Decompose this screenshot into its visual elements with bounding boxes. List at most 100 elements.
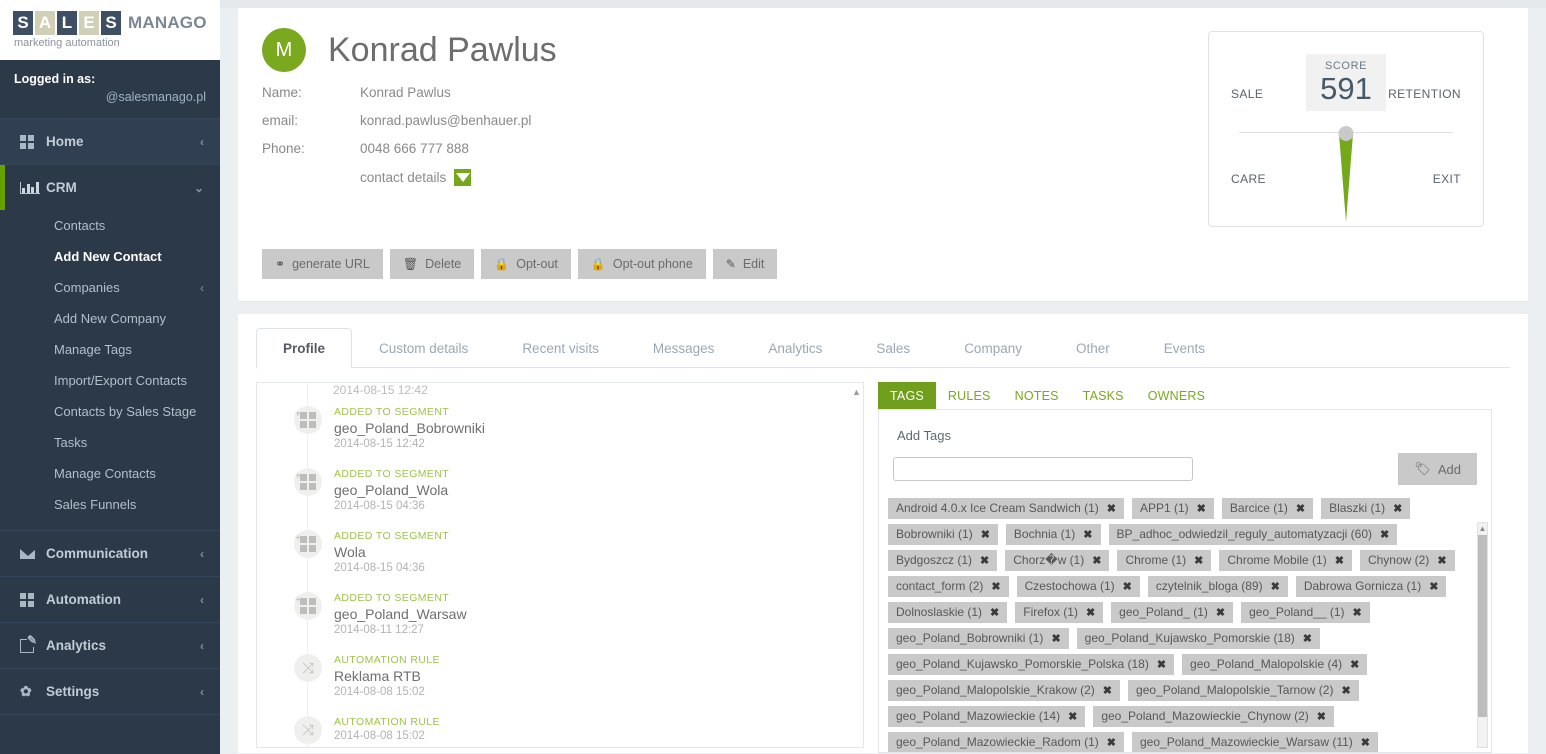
- sidebar-item-automation[interactable]: Automation ‹: [0, 577, 220, 622]
- tag-chip[interactable]: geo_Poland_Malopolskie_Tarnow (2) ✖: [1128, 680, 1359, 701]
- timeline-item[interactable]: ⤨ AUTOMATION RULE Reklama RTB 2014-08-08…: [257, 645, 863, 707]
- remove-tag-icon[interactable]: ✖: [1107, 502, 1116, 515]
- tag-chip[interactable]: BP_adhoc_odwiedzil_reguly_automatyzacji …: [1108, 524, 1398, 545]
- remove-tag-icon[interactable]: ✖: [1051, 632, 1060, 645]
- tab-messages[interactable]: Messages: [626, 328, 742, 368]
- remove-tag-icon[interactable]: ✖: [1157, 658, 1166, 671]
- tab-notes[interactable]: NOTES: [1003, 382, 1071, 409]
- sidebar-item-companies[interactable]: Companies ‹: [0, 272, 220, 303]
- sidebar-item-contacts[interactable]: Contacts: [0, 210, 220, 241]
- tab-tags[interactable]: TAGS: [878, 382, 936, 409]
- tag-chip[interactable]: geo_Poland_ (1) ✖: [1111, 602, 1234, 623]
- remove-tag-icon[interactable]: ✖: [1197, 502, 1206, 515]
- remove-tag-icon[interactable]: ✖: [1353, 606, 1362, 619]
- remove-tag-icon[interactable]: ✖: [990, 606, 999, 619]
- tag-chip[interactable]: Chorz�w (1) ✖: [1005, 550, 1110, 571]
- tag-chip[interactable]: geo_Poland_Kujawsko_Pomorskie (18) ✖: [1076, 628, 1320, 649]
- tab-sales[interactable]: Sales: [849, 328, 937, 368]
- tag-chip[interactable]: czytelnik_bloga (89) ✖: [1147, 576, 1288, 597]
- tag-chip[interactable]: Android 4.0.x Ice Cream Sandwich (1) ✖: [888, 498, 1124, 519]
- remove-tag-icon[interactable]: ✖: [1086, 606, 1095, 619]
- sidebar-item-settings[interactable]: ✿ Settings ‹: [0, 669, 220, 714]
- remove-tag-icon[interactable]: ✖: [1123, 580, 1132, 593]
- contact-details-toggle[interactable]: contact details: [262, 169, 1208, 186]
- remove-tag-icon[interactable]: ✖: [1303, 632, 1312, 645]
- remove-tag-icon[interactable]: ✖: [981, 528, 990, 541]
- sidebar-item-import-export-contacts[interactable]: Import/Export Contacts: [0, 365, 220, 396]
- timeline-item[interactable]: + ADDED TO SEGMENT geo_Poland_Warsaw 201…: [257, 583, 863, 645]
- sidebar-item-add-new-company[interactable]: Add New Company: [0, 303, 220, 334]
- remove-tag-icon[interactable]: ✖: [1103, 684, 1112, 697]
- remove-tag-icon[interactable]: ✖: [1216, 606, 1225, 619]
- scrollbar-thumb[interactable]: [1478, 535, 1487, 717]
- tab-owners[interactable]: OWNERS: [1136, 382, 1217, 409]
- tag-chip[interactable]: Chynow (2) ✖: [1359, 550, 1455, 571]
- tag-chip[interactable]: geo_Poland_Bobrowniki (1) ✖: [888, 628, 1069, 649]
- scroll-up-arrow-icon[interactable]: ▲: [1478, 523, 1487, 534]
- delete-button[interactable]: 🗑 Delete: [389, 249, 475, 279]
- tag-chip[interactable]: Bobrowniki (1) ✖: [888, 524, 998, 545]
- generate-url-button[interactable]: ⚭ generate URL: [262, 249, 383, 279]
- tag-chip[interactable]: geo_Poland_Malopolskie (4) ✖: [1182, 654, 1368, 675]
- tab-recent-visits[interactable]: Recent visits: [495, 328, 626, 368]
- sidebar-item-add-new-contact[interactable]: Add New Contact: [0, 241, 220, 272]
- tag-chip[interactable]: Blaszki (1) ✖: [1321, 498, 1411, 519]
- remove-tag-icon[interactable]: ✖: [991, 580, 1000, 593]
- timeline-item[interactable]: ⤨ AUTOMATION RULE 2014-08-08 15:02: [257, 707, 863, 747]
- tag-chip[interactable]: Bydgoszcz (1) ✖: [888, 550, 998, 571]
- remove-tag-icon[interactable]: ✖: [1437, 554, 1446, 567]
- remove-tag-icon[interactable]: ✖: [1380, 528, 1389, 541]
- remove-tag-icon[interactable]: ✖: [1350, 658, 1359, 671]
- remove-tag-icon[interactable]: ✖: [1083, 528, 1092, 541]
- tags-scrollbar[interactable]: ▲: [1477, 522, 1488, 748]
- tag-chip[interactable]: contact_form (2) ✖: [888, 576, 1009, 597]
- remove-tag-icon[interactable]: ✖: [1429, 580, 1438, 593]
- tag-chip[interactable]: geo_Poland_Kujawsko_Pomorskie_Polska (18…: [888, 654, 1175, 675]
- remove-tag-icon[interactable]: ✖: [1107, 736, 1116, 749]
- tab-rules[interactable]: RULES: [936, 382, 1003, 409]
- timeline-item[interactable]: + ADDED TO SEGMENT Wola 2014-08-15 04:36: [257, 521, 863, 583]
- tag-chip[interactable]: Czestochowa (1) ✖: [1016, 576, 1140, 597]
- add-tag-button[interactable]: 🏷 Add: [1398, 453, 1477, 485]
- tag-chip[interactable]: geo_Poland_Mazowieckie_Chynow (2) ✖: [1093, 706, 1334, 727]
- contact-details-row[interactable]: contact details: [360, 169, 472, 186]
- sidebar-item-manage-tags[interactable]: Manage Tags: [0, 334, 220, 365]
- sidebar-item-sales-funnels[interactable]: Sales Funnels: [0, 489, 220, 520]
- tab-company[interactable]: Company: [937, 328, 1049, 368]
- remove-tag-icon[interactable]: ✖: [1317, 710, 1326, 723]
- sidebar-item-communication[interactable]: Communication ‹: [0, 531, 220, 576]
- tag-input[interactable]: [893, 457, 1193, 481]
- sidebar-item-manage-contacts[interactable]: Manage Contacts: [0, 458, 220, 489]
- timeline-scrollbar[interactable]: ▲: [852, 387, 861, 743]
- opt-out-button[interactable]: 🔒 Opt-out: [481, 249, 571, 279]
- remove-tag-icon[interactable]: ✖: [1393, 502, 1402, 515]
- tab-other[interactable]: Other: [1049, 328, 1137, 368]
- remove-tag-icon[interactable]: ✖: [1194, 554, 1203, 567]
- remove-tag-icon[interactable]: ✖: [1361, 736, 1370, 749]
- timeline-item[interactable]: + ADDED TO SEGMENT geo_Poland_Bobrowniki…: [257, 397, 863, 459]
- tag-chip[interactable]: Dolnoslaskie (1) ✖: [888, 602, 1008, 623]
- sidebar-item-home[interactable]: Home ‹: [0, 119, 220, 164]
- tab-tasks[interactable]: TASKS: [1071, 382, 1136, 409]
- tag-chip[interactable]: geo_Poland_Mazowieckie_Radom (1) ✖: [888, 732, 1124, 752]
- brand-logo[interactable]: S A L E S MANAGO marketing automation: [0, 0, 220, 60]
- tab-analytics[interactable]: Analytics: [741, 328, 849, 368]
- remove-tag-icon[interactable]: ✖: [1335, 554, 1344, 567]
- scroll-up-arrow-icon[interactable]: ▲: [852, 387, 861, 397]
- remove-tag-icon[interactable]: ✖: [1296, 502, 1305, 515]
- sidebar-item-tasks[interactable]: Tasks: [0, 427, 220, 458]
- tag-chip[interactable]: Bochnia (1) ✖: [1005, 524, 1101, 545]
- edit-button[interactable]: ✎ Edit: [712, 249, 778, 279]
- tag-chip[interactable]: geo_Poland_Mazowieckie (14) ✖: [888, 706, 1086, 727]
- tab-events[interactable]: Events: [1137, 328, 1232, 368]
- tag-chip[interactable]: APP1 (1) ✖: [1131, 498, 1214, 519]
- tab-custom-details[interactable]: Custom details: [352, 328, 495, 368]
- opt-out-phone-button[interactable]: 🔒 Opt-out phone: [577, 249, 706, 279]
- tag-chip[interactable]: Firefox (1) ✖: [1015, 602, 1104, 623]
- tag-chip[interactable]: geo_Poland_Malopolskie_Krakow (2) ✖: [888, 680, 1121, 701]
- remove-tag-icon[interactable]: ✖: [1341, 684, 1350, 697]
- sidebar-item-crm[interactable]: CRM ⌄: [0, 165, 220, 210]
- timeline-item[interactable]: + ADDED TO SEGMENT geo_Poland_Wola 2014-…: [257, 459, 863, 521]
- tag-chip[interactable]: Chrome (1) ✖: [1117, 550, 1212, 571]
- sidebar-item-analytics[interactable]: Analytics ‹: [0, 623, 220, 668]
